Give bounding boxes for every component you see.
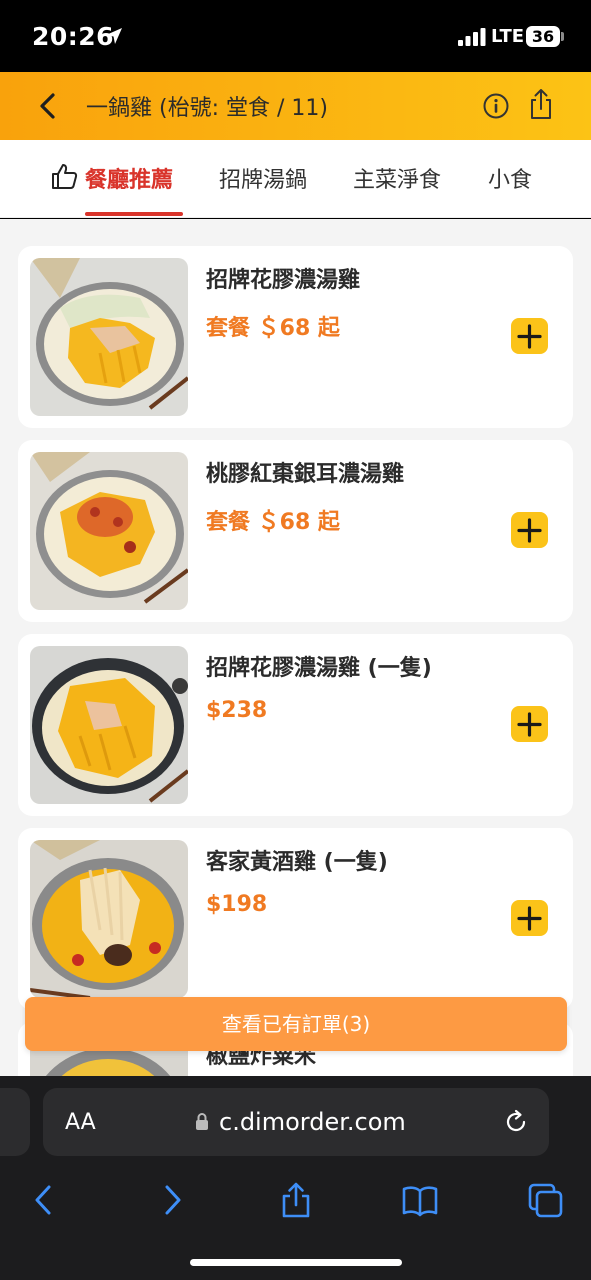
plus-icon [517, 518, 542, 543]
menu-list: 招牌花膠濃湯雞 套餐 ＄68 起 桃膠紅棗銀耳濃湯雞 套餐 ＄68 起 招牌花膠… [0, 219, 591, 1076]
plus-icon [517, 712, 542, 737]
tab-recommended[interactable]: 餐廳推薦 [85, 162, 173, 194]
reload-icon[interactable] [503, 1109, 529, 1135]
menu-item-card[interactable]: 桃膠紅棗銀耳濃湯雞 套餐 ＄68 起 [18, 440, 573, 622]
active-tab-indicator [85, 212, 183, 216]
tabs-overview-icon[interactable] [527, 1182, 563, 1218]
page-title: 一鍋雞 (枱號: 堂食 / 11) [86, 96, 328, 121]
battery-icon: 36 [526, 26, 560, 47]
plus-icon [517, 324, 542, 349]
menu-item-card[interactable]: 招牌花膠濃湯雞 套餐 ＄68 起 [18, 246, 573, 428]
dish-name: 桃膠紅棗銀耳濃湯雞 [206, 462, 405, 487]
dish-photo [30, 840, 188, 998]
dish-photo [30, 258, 188, 416]
browser-share-icon[interactable] [278, 1182, 314, 1218]
menu-item-card[interactable]: 客家黃酒雞 (一隻) $198 [18, 828, 573, 1010]
tab-signature-hotpot[interactable]: 招牌湯鍋 [219, 162, 307, 194]
dish-price: $198 [206, 892, 268, 917]
bookmarks-icon[interactable] [402, 1182, 438, 1218]
dish-price: 套餐 ＄68 起 [206, 510, 340, 535]
plus-icon [517, 906, 542, 931]
add-to-cart-button[interactable] [511, 318, 548, 354]
share-icon[interactable] [527, 87, 555, 121]
location-arrow-icon [106, 28, 122, 44]
dish-name: 客家黃酒雞 (一隻) [206, 850, 388, 875]
cellular-signal-icon [458, 28, 486, 46]
reader-options-button[interactable]: AA [65, 1110, 96, 1135]
previous-tab-preview[interactable] [0, 1088, 30, 1156]
status-bar: 20:26 LTE 36 [0, 0, 591, 72]
url-text[interactable]: c.dimorder.com [219, 1108, 406, 1136]
app-header: 一鍋雞 (枱號: 堂食 / 11) [0, 72, 591, 140]
back-arrow-icon[interactable] [34, 90, 64, 122]
add-to-cart-button[interactable] [511, 706, 548, 742]
category-tabs: 餐廳推薦 招牌湯鍋 主菜淨食 小食 [0, 140, 591, 218]
browser-toolbar: AA c.dimorder.com [0, 1076, 591, 1280]
add-to-cart-button[interactable] [511, 512, 548, 548]
dish-photo [30, 646, 188, 804]
dish-name: 招牌花膠濃湯雞 (一隻) [206, 656, 432, 681]
thumbs-up-icon [52, 164, 78, 189]
status-time: 20:26 [32, 22, 115, 51]
add-to-cart-button[interactable] [511, 900, 548, 936]
dish-photo [30, 452, 188, 610]
home-indicator [190, 1259, 402, 1266]
tab-main-dishes[interactable]: 主菜淨食 [353, 162, 441, 194]
dish-name: 招牌花膠濃湯雞 [206, 268, 361, 293]
lock-icon [196, 1113, 208, 1130]
tab-snacks[interactable]: 小食 [488, 162, 532, 194]
menu-item-card[interactable]: 招牌花膠濃湯雞 (一隻) $238 [18, 634, 573, 816]
browser-forward-icon[interactable] [154, 1182, 190, 1218]
address-bar[interactable]: AA c.dimorder.com [43, 1088, 549, 1156]
network-type: LTE [491, 26, 525, 47]
view-orders-button[interactable]: 查看已有訂單(3) [25, 997, 567, 1051]
dish-price: $238 [206, 698, 268, 723]
info-icon[interactable] [482, 92, 510, 120]
dish-price: 套餐 ＄68 起 [206, 316, 340, 341]
browser-back-icon[interactable] [26, 1182, 62, 1218]
battery-tip [561, 32, 564, 41]
